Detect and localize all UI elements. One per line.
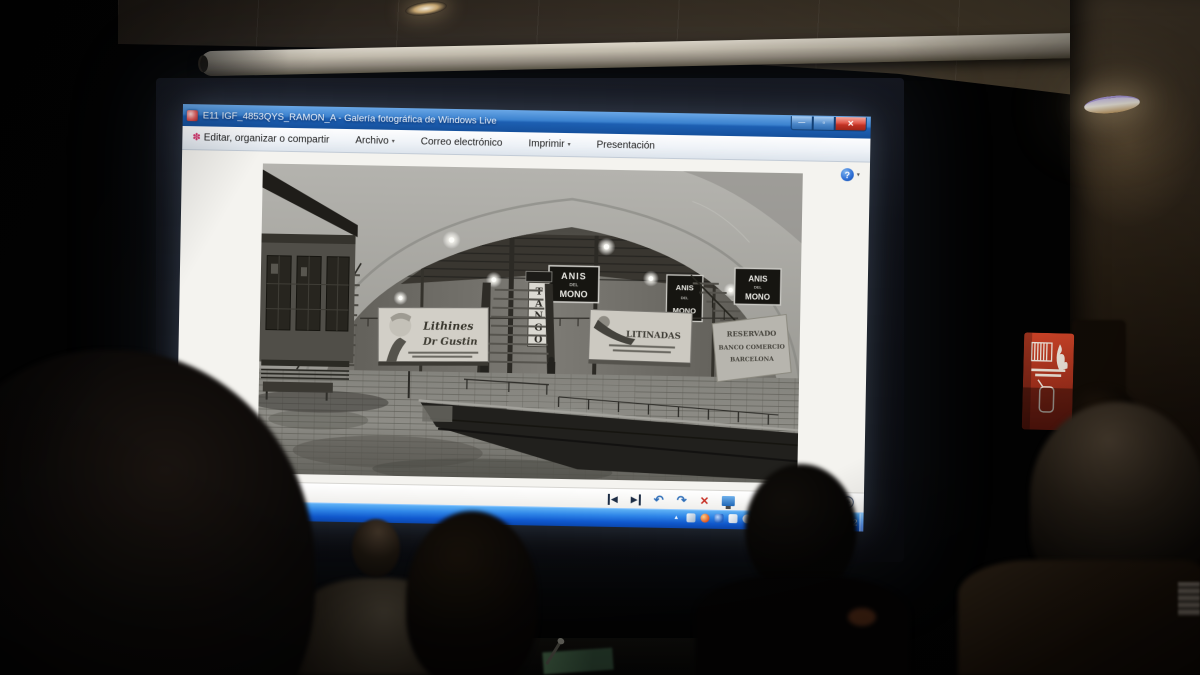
svg-text:DEL: DEL — [569, 282, 578, 287]
svg-text:ANIS: ANIS — [561, 271, 587, 281]
tray-orange-orb-icon[interactable] — [700, 514, 709, 523]
slideshow-button[interactable] — [722, 496, 735, 506]
papers — [1178, 582, 1200, 616]
svg-text:BARCELONA: BARCELONA — [730, 356, 774, 364]
svg-text:MONO: MONO — [745, 292, 770, 301]
close-button[interactable]: ✕ — [835, 117, 867, 132]
svg-text:DEL: DEL — [754, 284, 763, 289]
rotate-left-button[interactable]: ↶ — [654, 493, 664, 507]
minimize-button[interactable]: — — [791, 116, 813, 130]
gallery-app-icon — [187, 110, 198, 121]
audience-shoulders — [958, 560, 1200, 675]
svg-text:ANIS: ANIS — [676, 283, 694, 292]
menu-edit-organize-share[interactable]: ✽ Editar, organizar o compartir — [192, 132, 329, 146]
help-icon: ? — [841, 168, 854, 181]
wall-lamp-glow — [1058, 58, 1200, 228]
conference-room-photo: E11 IGF_4853QYS_RAMON_A - Galería fotogr… — [0, 0, 1200, 675]
fire-safety-sign — [1022, 332, 1075, 430]
svg-text:DEL: DEL — [681, 295, 690, 300]
help-button[interactable]: ? ▾ — [841, 168, 860, 181]
lit-hand — [848, 608, 876, 626]
tray-app-icon[interactable] — [728, 514, 737, 523]
maximize-button[interactable]: ▫ — [813, 117, 835, 131]
svg-text:T: T — [535, 286, 542, 297]
gallery-content-area: ? ▾ — [176, 150, 870, 493]
station-photograph: ANIS DEL MONO ANIS DEL MONO ANIS DEL — [257, 163, 803, 483]
svg-text:G: G — [534, 322, 542, 333]
gallery-flower-icon: ✽ — [192, 132, 201, 143]
previous-button[interactable]: ◀ — [608, 493, 618, 504]
anis-del-mono-sign: ANIS DEL MONO — [734, 268, 781, 305]
menu-presentacion[interactable]: Presentación — [596, 140, 655, 152]
svg-text:RESERVADO: RESERVADO — [727, 329, 777, 339]
rotate-right-button[interactable]: ↷ — [677, 493, 687, 507]
show-desktop-button[interactable] — [859, 513, 863, 531]
svg-text:Lithines: Lithines — [422, 320, 473, 333]
svg-text:LITINADAS: LITINADAS — [626, 330, 681, 342]
reservado-wall-sign: RESERVADO BANCO COMERCIO BARCELONA — [712, 314, 791, 381]
lithines-billboard: Lithines Dr Gustin — [378, 308, 488, 366]
chevron-down-icon: ▾ — [567, 141, 570, 148]
audience-head-silhouette — [406, 511, 538, 675]
svg-text:MONO: MONO — [559, 289, 587, 300]
svg-text:ANIS: ANIS — [748, 274, 768, 283]
svg-text:BANCO COMERCIO: BANCO COMERCIO — [719, 344, 785, 352]
next-button[interactable]: ▶ — [631, 494, 641, 505]
audience-shoulders — [695, 576, 910, 675]
menu-imprimir[interactable]: Imprimir ▾ — [528, 138, 570, 150]
litinadas-billboard: LITINADAS — [588, 309, 692, 367]
chevron-down-icon: ▾ — [392, 138, 395, 145]
chevron-down-icon: ▾ — [857, 171, 860, 178]
speaker-head — [352, 519, 400, 577]
tray-app-icon[interactable] — [686, 513, 695, 522]
delete-button[interactable]: ✕ — [700, 494, 709, 507]
tray-blue-orb-icon[interactable] — [714, 514, 723, 523]
svg-text:N: N — [534, 310, 543, 321]
menu-correo-electronico[interactable]: Correo electrónico — [421, 136, 503, 148]
tray-chevron-icon[interactable]: ▴ — [674, 513, 681, 522]
menu-archivo[interactable]: Archivo ▾ — [355, 135, 395, 147]
svg-text:Dr Gustin: Dr Gustin — [422, 337, 478, 348]
anis-del-mono-sign: ANIS DEL MONO — [548, 266, 599, 303]
system-tray: ▴ — [674, 513, 751, 523]
